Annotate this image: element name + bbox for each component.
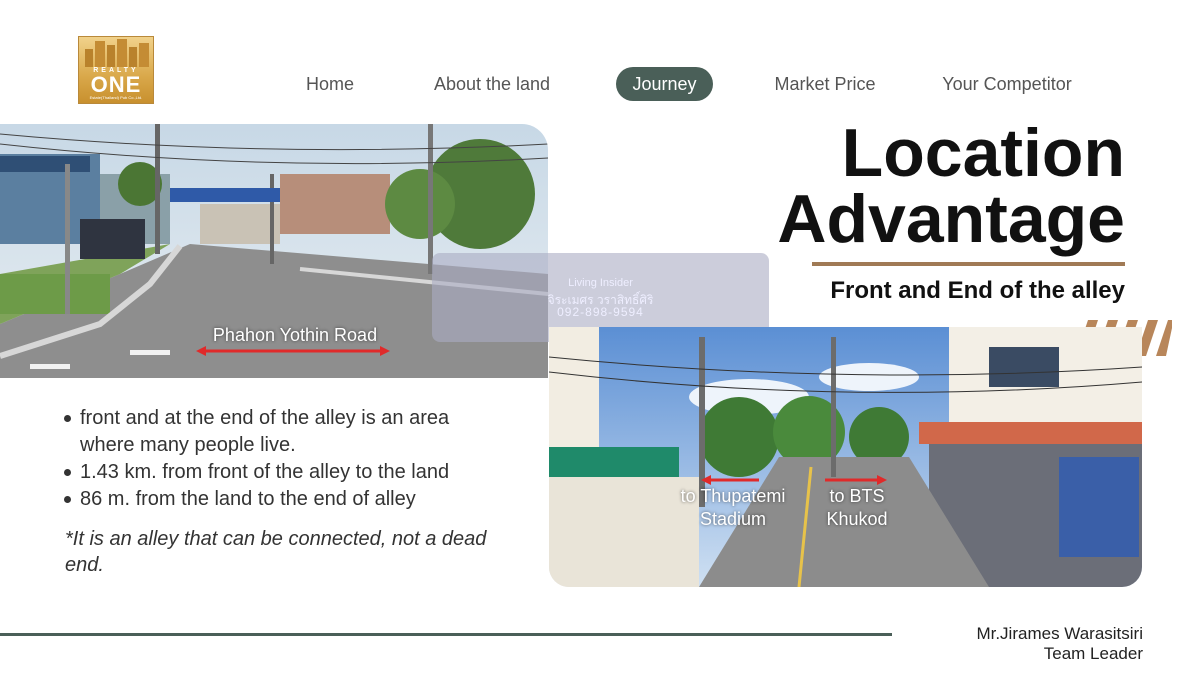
- footer-divider: [0, 633, 892, 636]
- list-item: front and at the end of the alley is an …: [62, 405, 502, 459]
- watermark-brand: Living Insider: [568, 277, 633, 289]
- page-title: Location Advantage: [777, 115, 1125, 257]
- author-name: Mr.Jirames Warasitsiri: [976, 624, 1143, 643]
- nav-item-home[interactable]: Home: [280, 67, 380, 101]
- nav-item-market-price[interactable]: Market Price: [765, 67, 885, 101]
- nav-item-your-competitor[interactable]: Your Competitor: [928, 67, 1086, 101]
- direction-label-thupatemi: to Thupatemi Stadium: [680, 486, 786, 530]
- road-name-label: Phahon Yothin Road: [212, 325, 378, 345]
- list-item: 86 m. from the land to the end of alley: [62, 486, 502, 513]
- advantage-list: front and at the end of the alley is an …: [62, 405, 502, 513]
- author-role: Team Leader: [1043, 644, 1143, 663]
- page-title-line2: Advantage: [777, 181, 1125, 257]
- alley-note: *It is an alley that can be connected, n…: [65, 528, 487, 576]
- author-block: Mr.Jirames Warasitsiri Team Leader: [976, 624, 1143, 664]
- nav-item-about-the-land[interactable]: About the land: [420, 67, 564, 101]
- title-underline: [812, 262, 1125, 266]
- nav-item-journey[interactable]: Journey: [616, 67, 713, 101]
- top-navigation: Home About the land Journey Market Price…: [280, 67, 1100, 101]
- logo-subtext: Estate(Thailand) Pub Co.,Ltd.: [89, 95, 143, 100]
- skyline-icon: [85, 39, 149, 67]
- company-logo: REALTY ONE Estate(Thailand) Pub Co.,Ltd.: [78, 36, 154, 104]
- page-subtitle: Front and End of the alley: [830, 277, 1125, 304]
- list-item: 1.43 km. from front of the alley to the …: [62, 459, 502, 486]
- direction-label-bts-khukod: to BTS Khukod: [826, 486, 888, 530]
- alley-scene-image: [549, 327, 1142, 587]
- watermark-phone: 092-898-9594: [557, 305, 644, 319]
- page-title-line1: Location: [841, 115, 1125, 191]
- photo-alley-view: to Thupatemi Stadium to BTS Khukod: [549, 327, 1142, 587]
